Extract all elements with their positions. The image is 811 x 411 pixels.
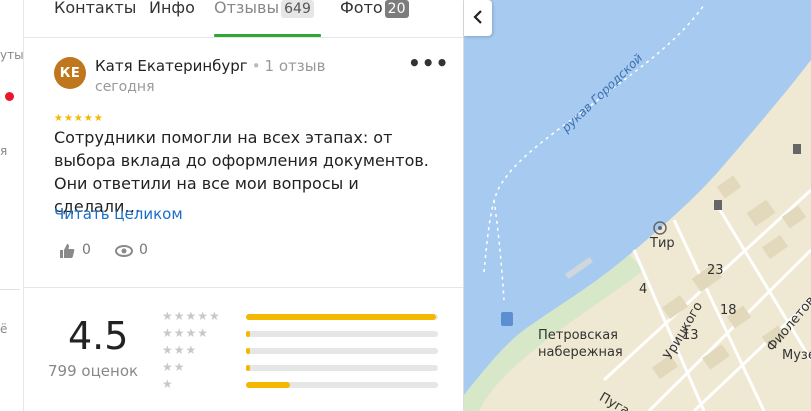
rating-bar-row[interactable]: ★★ bbox=[162, 360, 442, 376]
avatar[interactable]: КЕ bbox=[54, 57, 86, 89]
row-stars-icon: ★★★ bbox=[162, 343, 198, 357]
boat-stop-icon bbox=[501, 312, 513, 326]
map-view[interactable]: рукав Городской Тир Петровская набережна… bbox=[464, 0, 811, 411]
eye-icon bbox=[114, 242, 134, 264]
rating-bar-track bbox=[246, 348, 438, 354]
rating-bar-fill bbox=[246, 348, 250, 354]
like-icon[interactable] bbox=[58, 242, 76, 264]
tab-label: Инфо bbox=[149, 0, 195, 17]
more-options-icon[interactable]: ••• bbox=[408, 53, 448, 76]
poi-label-embankment[interactable]: Петровская bbox=[538, 328, 618, 343]
poi-label-museum[interactable]: Музе bbox=[782, 348, 811, 363]
reviews-count-badge: 649 bbox=[281, 0, 314, 18]
organization-panel: Контакты Инфо Отзывы 649 Фото 20 КЕ Катя Е… bbox=[24, 0, 464, 411]
house-number: 18 bbox=[720, 303, 737, 318]
rating-bar-fill bbox=[246, 382, 291, 388]
rating-bar-fill bbox=[246, 365, 250, 371]
rating-bar-fill bbox=[246, 314, 437, 320]
rating-bar-fill bbox=[246, 331, 250, 337]
views-count: 0 bbox=[139, 242, 148, 258]
row-stars-icon: ★ bbox=[162, 377, 174, 391]
tab-contacts[interactable]: Контакты bbox=[54, 0, 136, 17]
tab-photos[interactable]: Фото 20 bbox=[340, 0, 409, 18]
monument-icon bbox=[714, 200, 722, 210]
chevron-left-icon bbox=[473, 9, 483, 28]
rating-bar-row[interactable]: ★★★★ bbox=[162, 326, 442, 342]
divider bbox=[0, 289, 20, 290]
tab-info[interactable]: Инфо bbox=[149, 0, 195, 17]
review-date: сегодня bbox=[95, 79, 155, 95]
row-stars-icon: ★★★★★ bbox=[162, 309, 221, 323]
tab-label: Отзывы bbox=[214, 0, 280, 17]
red-marker-dot bbox=[5, 92, 14, 101]
review-card: КЕ Катя Екатеринбург • 1 отзыв сегодня •••… bbox=[24, 38, 463, 288]
left-text-fragment: я bbox=[0, 144, 8, 158]
left-panel-edge: уты я ё bbox=[0, 0, 24, 411]
house-number: 23 bbox=[707, 263, 724, 278]
ratings-count: 799 оценок bbox=[48, 362, 139, 380]
rating-bar-track bbox=[246, 382, 438, 388]
tab-label: Контакты bbox=[54, 0, 137, 17]
collapse-panel-button[interactable] bbox=[464, 0, 492, 36]
rating-bar-track bbox=[246, 331, 438, 337]
tab-reviews[interactable]: Отзывы 649 bbox=[214, 0, 314, 18]
likes-count: 0 bbox=[82, 242, 91, 258]
rating-bar-row[interactable]: ★★★★★ bbox=[162, 309, 442, 325]
row-stars-icon: ★★★★ bbox=[162, 326, 210, 340]
average-rating: 4.5 bbox=[68, 314, 129, 358]
house-number: 4 bbox=[639, 282, 648, 297]
active-tab-indicator bbox=[214, 34, 321, 37]
poi-label-tir[interactable]: Тир bbox=[650, 236, 675, 251]
left-text-fragment: ё bbox=[0, 322, 8, 336]
author-name[interactable]: Катя Екатеринбург bbox=[95, 57, 248, 75]
separator-dot: • bbox=[251, 57, 261, 75]
read-more-link[interactable]: Читать целиком bbox=[54, 205, 183, 223]
rating-bar-row[interactable]: ★★★ bbox=[162, 343, 442, 359]
row-stars-icon: ★★ bbox=[162, 360, 186, 374]
monument-icon bbox=[793, 144, 801, 154]
app-root: уты я ё Контакты Инфо Отзывы 649 Фото 20 К… bbox=[0, 0, 811, 411]
author-review-count: 1 отзыв bbox=[264, 57, 326, 75]
photos-count-badge: 20 bbox=[384, 0, 409, 18]
left-text-fragment: уты bbox=[0, 48, 24, 62]
poi-label-embankment[interactable]: набережная bbox=[538, 345, 623, 360]
rating-bar-track bbox=[246, 365, 438, 371]
review-rating-stars: ★★★★★ bbox=[54, 113, 104, 124]
house-number: 13 bbox=[682, 328, 699, 343]
rating-bar-row[interactable]: ★ bbox=[162, 377, 442, 393]
tab-label: Фото bbox=[340, 0, 383, 17]
tab-bar: Контакты Инфо Отзывы 649 Фото 20 bbox=[24, 0, 463, 38]
review-author-line: Катя Екатеринбург • 1 отзыв bbox=[95, 57, 325, 75]
rating-bar-track bbox=[246, 314, 438, 320]
rating-summary: 4.5 799 оценок ★★★★★ ★★★★ ★★★ ★★ ★ bbox=[24, 289, 463, 411]
